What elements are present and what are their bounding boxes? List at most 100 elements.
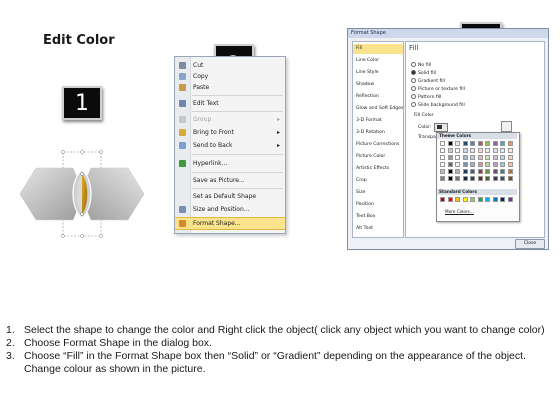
theme-color-swatch[interactable]: [492, 176, 498, 181]
theme-color-swatch[interactable]: [492, 141, 498, 146]
theme-color-swatch[interactable]: [462, 162, 468, 167]
theme-color-swatch[interactable]: [470, 141, 475, 146]
theme-color-swatch[interactable]: [477, 162, 483, 167]
theme-color-swatch[interactable]: [507, 155, 513, 160]
more-colors-link[interactable]: More Colors...: [445, 209, 474, 214]
theme-color-swatch[interactable]: [470, 176, 475, 181]
theme-color-swatch[interactable]: [477, 148, 483, 153]
standard-color-swatch[interactable]: [447, 197, 453, 202]
standard-color-swatch[interactable]: [492, 197, 498, 202]
theme-color-swatch[interactable]: [500, 176, 505, 181]
theme-color-swatch[interactable]: [500, 141, 505, 146]
theme-color-swatch[interactable]: [447, 169, 453, 174]
transparency-stepper[interactable]: [501, 121, 512, 132]
theme-color-swatch[interactable]: [507, 169, 513, 174]
menu-item-edit-text[interactable]: Edit Text: [175, 98, 285, 109]
nav-item-position[interactable]: Position: [356, 200, 402, 210]
theme-color-swatch[interactable]: [447, 176, 453, 181]
theme-color-swatch[interactable]: [455, 148, 460, 153]
theme-color-swatch[interactable]: [500, 155, 505, 160]
menu-item-set-default-shape[interactable]: Set as Default Shape: [175, 191, 285, 202]
theme-color-swatch[interactable]: [507, 176, 513, 181]
radio-gradient-fill[interactable]: Gradient fill: [411, 78, 445, 85]
theme-color-swatch[interactable]: [470, 162, 475, 167]
theme-color-swatch[interactable]: [455, 176, 460, 181]
nav-item-artistic-effects[interactable]: Artistic Effects: [356, 164, 402, 174]
theme-color-swatch[interactable]: [500, 148, 505, 153]
theme-color-swatch[interactable]: [485, 176, 490, 181]
menu-item-bring-to-front[interactable]: Bring to Front ▸: [175, 127, 285, 138]
radio-button[interactable]: [411, 78, 416, 83]
theme-color-swatch[interactable]: [462, 148, 468, 153]
theme-color-swatch[interactable]: [455, 169, 460, 174]
standard-color-swatch[interactable]: [462, 197, 468, 202]
radio-pattern-fill[interactable]: Pattern fill: [411, 94, 441, 101]
theme-color-swatch[interactable]: [500, 169, 505, 174]
theme-color-swatch[interactable]: [492, 169, 498, 174]
menu-item-send-to-back[interactable]: Send to Back ▸: [175, 140, 285, 151]
theme-color-swatch[interactable]: [455, 162, 460, 167]
standard-color-swatch[interactable]: [440, 197, 445, 202]
theme-color-swatch[interactable]: [440, 148, 445, 153]
nav-item-3d-format[interactable]: 3-D Format: [356, 116, 402, 126]
theme-color-swatch[interactable]: [470, 169, 475, 174]
selected-shape[interactable]: [18, 150, 148, 238]
standard-color-swatch[interactable]: [485, 197, 490, 202]
theme-color-swatch[interactable]: [440, 176, 445, 181]
nav-item-size[interactable]: Size: [356, 188, 402, 198]
theme-color-swatch[interactable]: [485, 141, 490, 146]
theme-color-swatch[interactable]: [477, 169, 483, 174]
menu-item-paste[interactable]: Paste: [175, 82, 285, 93]
standard-color-swatch[interactable]: [477, 197, 483, 202]
theme-color-swatch[interactable]: [492, 148, 498, 153]
nav-item-fill[interactable]: Fill: [353, 44, 403, 54]
theme-color-swatch[interactable]: [447, 162, 453, 167]
theme-color-swatch[interactable]: [447, 148, 453, 153]
theme-color-swatch[interactable]: [477, 155, 483, 160]
standard-color-swatch[interactable]: [507, 197, 513, 202]
theme-color-swatch[interactable]: [440, 155, 445, 160]
theme-color-swatch[interactable]: [507, 162, 513, 167]
theme-color-swatch[interactable]: [455, 141, 460, 146]
radio-button[interactable]: [411, 94, 416, 99]
color-picker-button[interactable]: [434, 123, 448, 132]
nav-item-line-color[interactable]: Line Color: [356, 56, 402, 66]
theme-color-swatch[interactable]: [440, 141, 445, 146]
theme-color-swatch[interactable]: [500, 162, 505, 167]
radio-no-fill[interactable]: No fill: [411, 62, 431, 69]
radio-solid-fill[interactable]: Solid fill: [411, 70, 436, 77]
radio-button[interactable]: [411, 70, 416, 75]
theme-color-swatch[interactable]: [470, 155, 475, 160]
theme-color-swatch[interactable]: [485, 148, 490, 153]
radio-button[interactable]: [411, 102, 416, 107]
nav-item-picture-corrections[interactable]: Picture Corrections: [356, 140, 402, 150]
menu-item-hyperlink[interactable]: Hyperlink...: [175, 158, 285, 169]
close-button[interactable]: Close: [515, 239, 545, 249]
theme-color-swatch[interactable]: [485, 169, 490, 174]
theme-color-swatch[interactable]: [447, 155, 453, 160]
menu-item-group[interactable]: Group ▸: [175, 114, 285, 125]
nav-item-line-style[interactable]: Line Style: [356, 68, 402, 78]
hexagon-shape-graphic[interactable]: [18, 150, 148, 238]
nav-item-crop[interactable]: Crop: [356, 176, 402, 186]
nav-item-shadow[interactable]: Shadow: [356, 80, 402, 90]
radio-picture-fill[interactable]: Picture or texture fill: [411, 86, 465, 93]
standard-color-swatch[interactable]: [455, 197, 460, 202]
nav-item-3d-rotation[interactable]: 3-D Rotation: [356, 128, 402, 138]
nav-item-glow[interactable]: Glow and Soft Edges: [356, 104, 403, 114]
radio-button[interactable]: [411, 86, 416, 91]
theme-color-swatch[interactable]: [440, 169, 445, 174]
radio-slide-background-fill[interactable]: Slide background fill: [411, 102, 465, 109]
theme-color-swatch[interactable]: [485, 162, 490, 167]
theme-color-swatch[interactable]: [462, 169, 468, 174]
standard-color-swatch[interactable]: [500, 197, 505, 202]
menu-item-cut[interactable]: Cut: [175, 60, 285, 71]
menu-item-size-and-position[interactable]: Size and Position...: [175, 204, 285, 215]
theme-color-swatch[interactable]: [447, 141, 453, 146]
theme-color-swatch[interactable]: [485, 155, 490, 160]
menu-item-copy[interactable]: Copy: [175, 71, 285, 82]
nav-item-picture-color[interactable]: Picture Color: [356, 152, 402, 162]
menu-item-save-as-picture[interactable]: Save as Picture...: [175, 175, 285, 186]
theme-color-swatch[interactable]: [470, 148, 475, 153]
theme-color-swatch[interactable]: [462, 141, 468, 146]
